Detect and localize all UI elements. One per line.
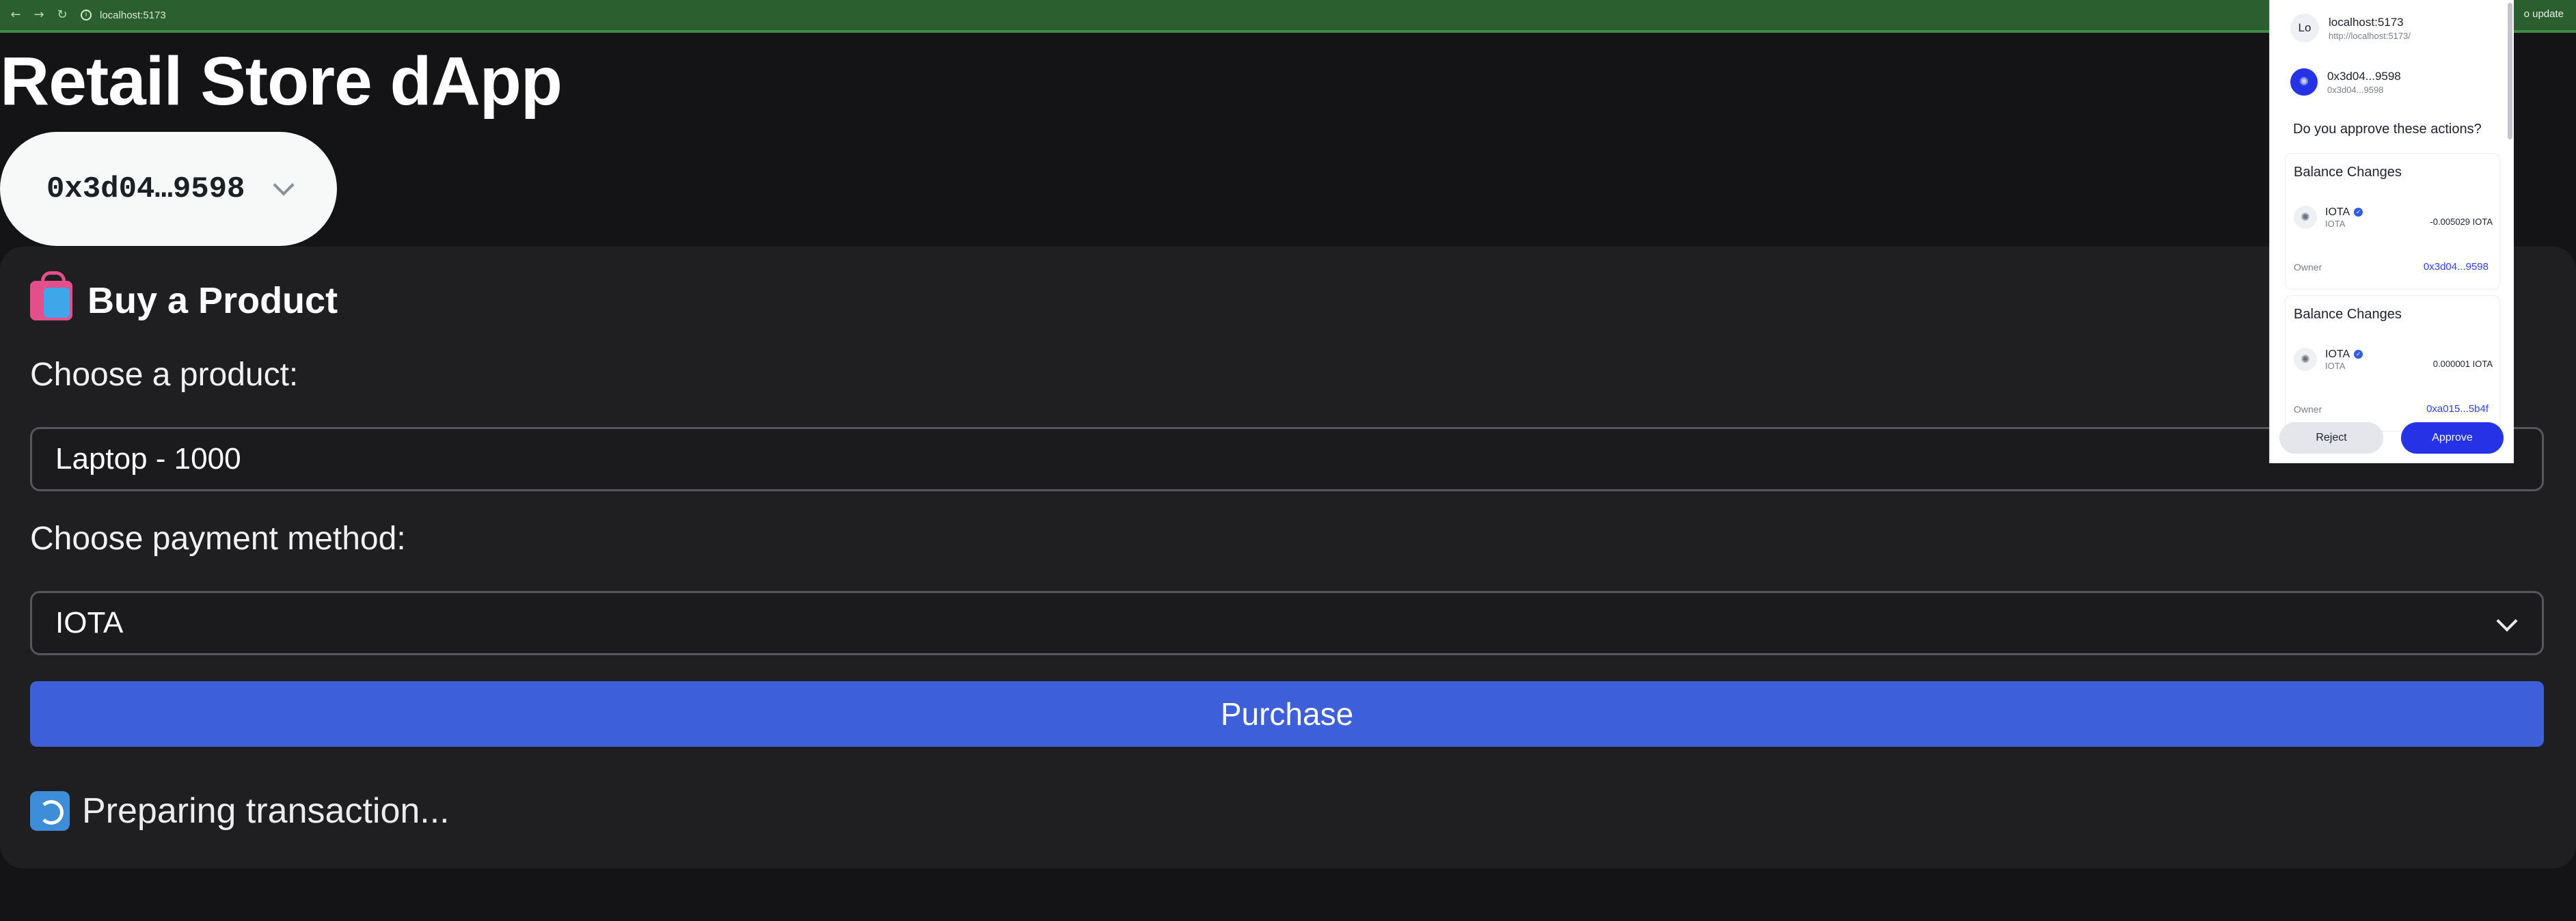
refresh-icon	[30, 791, 70, 831]
update-button[interactable]: o update	[2524, 8, 2564, 20]
token-symbol: IOTA	[2325, 218, 2346, 229]
reject-button[interactable]: Reject	[2279, 422, 2383, 454]
balance-change-card: Balance Changes ✺ IOTA ✓ IOTA -0.005029 I…	[2285, 153, 2500, 290]
product-select[interactable]: Laptop - 1000	[30, 427, 2544, 491]
owner-address-link[interactable]: 0x3d04...9598	[2424, 261, 2489, 273]
balance-change-heading: Balance Changes	[2294, 307, 2402, 322]
owner-label: Owner	[2294, 262, 2322, 273]
status-text: Preparing transaction...	[82, 791, 450, 831]
verified-check-icon: ✓	[2354, 350, 2363, 359]
token-symbol: IOTA	[2325, 360, 2346, 371]
chevron-down-icon	[2496, 610, 2518, 632]
back-arrow-icon[interactable]: ←	[8, 8, 23, 23]
product-label: Choose a product:	[30, 357, 299, 393]
product-select-value: Laptop - 1000	[55, 442, 241, 476]
iota-token-icon: ✺	[2294, 206, 2317, 229]
site-info: Lo localhost:5173 http://localhost:5173/	[2290, 14, 2411, 42]
balance-amount: -0.005029 IOTA	[2430, 217, 2493, 227]
verified-check-icon: ✓	[2354, 208, 2363, 217]
site-name: localhost:5173	[2329, 15, 2404, 29]
card-heading: Buy a Product	[30, 271, 338, 322]
wallet-scrollbar[interactable]	[2508, 3, 2512, 139]
site-url: http://localhost:5173/	[2329, 30, 2411, 41]
browser-toolbar: ← → ↻ i localhost:5173 o update	[0, 0, 2576, 33]
account-address: 0x3d04…9598	[46, 171, 245, 206]
balance-amount: 0.000001 IOTA	[2432, 359, 2493, 369]
approve-button[interactable]: Approve	[2401, 422, 2504, 454]
token-row: ✺ IOTA ✓ IOTA	[2294, 206, 2363, 229]
forward-arrow-icon[interactable]: →	[31, 8, 46, 23]
page-title: Retail Store dApp	[0, 43, 562, 120]
site-avatar: Lo	[2290, 14, 2319, 42]
account-avatar-icon: ✺	[2290, 68, 2318, 96]
approval-question: Do you approve these actions?	[2293, 122, 2482, 137]
payment-label: Choose payment method:	[30, 521, 406, 557]
chevron-down-icon	[273, 174, 295, 196]
iota-token-icon: ✺	[2294, 348, 2317, 371]
account-button[interactable]: 0x3d04…9598	[0, 132, 337, 246]
token-name: IOTA	[2325, 206, 2350, 218]
purchase-button[interactable]: Purchase	[30, 681, 2544, 747]
address-bar[interactable]: i localhost:5173	[81, 4, 166, 26]
owner-address-link[interactable]: 0xa015...5b4f	[2426, 403, 2489, 415]
owner-label: Owner	[2294, 404, 2322, 415]
address-text: localhost:5173	[100, 9, 166, 21]
payment-select[interactable]: IOTA	[30, 591, 2544, 655]
approval-buttons: Reject Approve	[2278, 422, 2506, 455]
wallet-approval-popup: Lo localhost:5173 http://localhost:5173/…	[2269, 0, 2514, 463]
buy-product-card: Buy a Product Choose a product: Laptop -…	[0, 247, 2576, 868]
account-sub: 0x3d04...9598	[2327, 84, 2384, 95]
shopping-bags-icon	[30, 271, 72, 320]
site-info-icon[interactable]: i	[81, 10, 92, 20]
account-info: ✺ 0x3d04...9598 0x3d04...9598	[2290, 68, 2401, 96]
account-name: 0x3d04...9598	[2327, 69, 2401, 83]
balance-change-heading: Balance Changes	[2294, 165, 2402, 180]
card-heading-text: Buy a Product	[87, 280, 338, 321]
token-name: IOTA	[2325, 348, 2350, 360]
status-message: Preparing transaction...	[30, 791, 450, 831]
payment-select-value: IOTA	[55, 606, 124, 640]
token-row: ✺ IOTA ✓ IOTA	[2294, 348, 2363, 371]
balance-change-card: Balance Changes ✺ IOTA ✓ IOTA 0.000001 IO…	[2285, 295, 2500, 432]
reload-icon[interactable]: ↻	[55, 8, 70, 23]
